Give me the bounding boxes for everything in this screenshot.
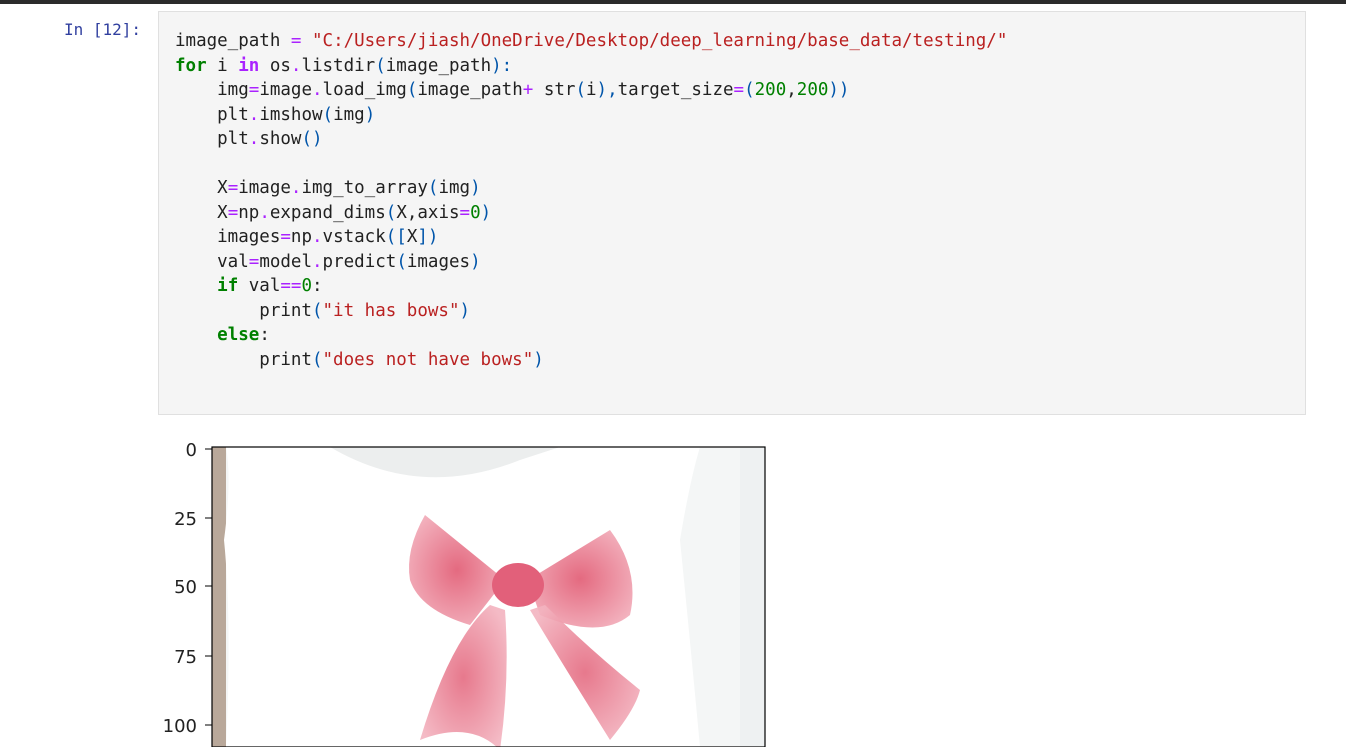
- cell-prompt: In [12]:: [64, 20, 142, 39]
- bow-knot: [492, 563, 544, 607]
- code-line-8: X=np.expand_dims(X,axis=0): [175, 202, 492, 223]
- top-bar: [0, 0, 1346, 4]
- code-line-1: image_path = "C:/Users/jiash/OneDrive/De…: [175, 31, 1008, 51]
- code-editor[interactable]: image_path = "C:/Users/jiash/OneDrive/De…: [175, 29, 1007, 372]
- code-line-7: X=image.img_to_array(img): [175, 178, 481, 198]
- code-line-9: images=np.vstack([X]): [175, 227, 439, 247]
- code-line-12: print("it has bows"): [175, 300, 471, 321]
- y-axis: 0 25 50 75 100: [163, 440, 212, 737]
- y-tick-label-25: 25: [174, 509, 197, 530]
- code-line-3: img=image.load_img(image_path+ str(i),ta…: [175, 80, 850, 100]
- y-tick-label-100: 100: [163, 716, 197, 737]
- code-line-10: val=model.predict(images): [175, 251, 481, 272]
- code-cell[interactable]: image_path = "C:/Users/jiash/OneDrive/De…: [158, 11, 1306, 415]
- code-line-14: print("does not have bows"): [175, 349, 544, 370]
- shirt-with-pink-bow-image: [212, 447, 765, 747]
- cell-output: 0 25 50 75 100: [0, 420, 1346, 747]
- code-line-4: plt.imshow(img): [175, 104, 376, 125]
- y-tick-label-0: 0: [186, 440, 197, 461]
- code-line-5: plt.show(): [175, 129, 323, 149]
- code-line-13: else:: [217, 325, 270, 345]
- y-tick-label-50: 50: [174, 577, 197, 598]
- y-tick-label-75: 75: [174, 647, 197, 668]
- code-line-2: for i in os.listdir(image_path):: [175, 55, 513, 76]
- code-line-11: if val==0:: [217, 276, 323, 296]
- imshow-plot: 0 25 50 75 100: [163, 440, 766, 747]
